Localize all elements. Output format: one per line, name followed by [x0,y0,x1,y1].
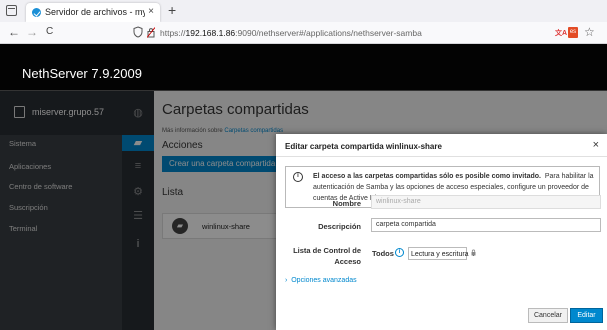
acl-permission-select[interactable]: Lectura y escritura ⌄ [408,247,476,260]
description-label: Descripción [318,222,361,231]
tab-overview-icon[interactable] [6,5,17,16]
name-label: Nombre [332,199,361,208]
edit-share-dialog: Editar carpeta compartida winlinux-share… [276,134,607,330]
url-host: 192.168.1.86 [185,28,236,38]
name-field[interactable]: winlinux-share [371,195,601,209]
app-header: NethServer 7.9.2009 [0,44,607,91]
forward-icon[interactable]: → [26,25,38,39]
lock-warning-icon[interactable] [147,27,155,38]
browser-nav-bar: ← → C https://192.168.1.86:9090/nethserv… [0,22,607,44]
dialog-header: Editar carpeta compartida winlinux-share… [276,134,607,157]
tab-title: Servidor de archivos - my [45,7,145,17]
bookmark-star-icon[interactable]: ☆ [584,25,595,39]
url-bar[interactable]: https://192.168.1.86:9090/nethserver#/ap… [160,28,422,38]
description-field[interactable]: carpeta compartida [371,218,601,232]
chevron-right-icon: › [285,277,288,284]
browser-tab[interactable]: Servidor de archivos - my × [26,3,160,22]
translate-icon[interactable]: 文A [555,28,569,38]
translate-language-badge[interactable]: es [568,27,578,38]
url-prefix: https:// [160,28,186,38]
acl-info-icon[interactable]: i [395,248,404,257]
tracking-shield-icon[interactable] [133,26,143,38]
dialog-title: Editar carpeta compartida winlinux-share [285,142,442,151]
app-title: NethServer 7.9.2009 [22,66,142,81]
close-icon[interactable]: × [593,139,599,151]
acl-permission-value: Lectura y escritura [411,251,469,258]
advanced-options-label: Opciones avanzadas [291,277,357,284]
info-text-bold: El acceso a las carpetas compartidas sól… [313,173,541,180]
info-circle-icon: i [293,172,303,182]
dialog-footer: Cancelar Editar [276,298,607,330]
acl-who: Todos [372,249,394,258]
favicon-icon [32,8,41,17]
advanced-options-toggle[interactable]: › Opciones avanzadas [285,277,357,284]
reload-icon[interactable]: C [46,26,53,37]
edit-button[interactable]: Editar [570,308,603,323]
back-icon[interactable]: ← [8,25,20,39]
browser-tab-bar: Servidor de archivos - my × + [0,0,607,22]
tab-close-icon[interactable]: × [148,6,154,17]
new-tab-button[interactable]: + [168,2,176,18]
url-path: :9090/nethserver#/applications/nethserve… [235,28,422,38]
lock-icon [471,249,476,256]
acl-label: Lista de Control de Acceso [293,246,361,266]
cancel-button[interactable]: Cancelar [528,308,568,323]
